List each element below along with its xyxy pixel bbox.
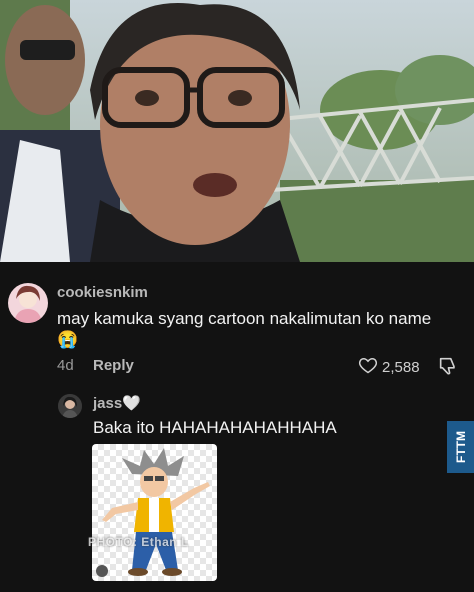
- camera-icon: [96, 565, 108, 577]
- fttm-badge: FTTM: [447, 421, 474, 473]
- reply-text: Baka ito HAHAHAHAHAHHAHA: [93, 418, 337, 437]
- reply-button[interactable]: Reply: [93, 357, 134, 374]
- like-count: 2,588: [382, 359, 420, 376]
- thumbs-down-icon: [437, 357, 459, 381]
- comment-text: may kamuka syang cartoon nakalimutan ko …: [57, 309, 432, 328]
- like-button[interactable]: 2,588: [358, 355, 420, 380]
- reply-username[interactable]: jass🤍: [93, 394, 141, 412]
- photo-watermark: PHOTO: Ethan L: [88, 535, 189, 549]
- crying-emoji: 😭: [57, 330, 79, 349]
- profile-avatar-icon[interactable]: [8, 283, 48, 323]
- fttm-label: FTTM: [453, 431, 468, 463]
- reply-avatar-icon[interactable]: [58, 394, 82, 418]
- heart-icon: [358, 355, 378, 380]
- video-frame-photo: [0, 0, 474, 262]
- dislike-button[interactable]: [437, 355, 459, 382]
- comment-username[interactable]: cookiesnkim: [57, 284, 148, 301]
- cartoon-character-sticker[interactable]: [92, 444, 217, 581]
- comment-age: 4d: [57, 357, 74, 374]
